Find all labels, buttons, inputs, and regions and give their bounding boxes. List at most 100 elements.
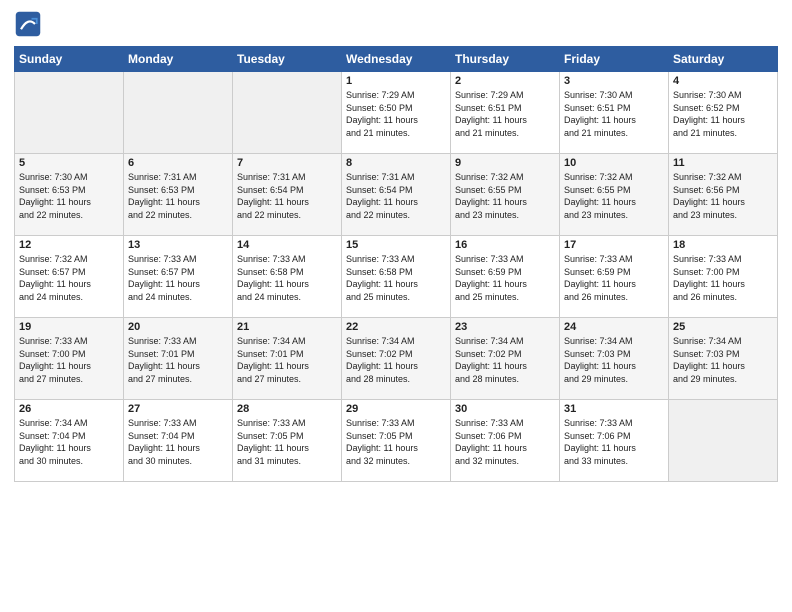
- calendar-cell: 10Sunrise: 7:32 AM Sunset: 6:55 PM Dayli…: [560, 154, 669, 236]
- calendar-cell: 4Sunrise: 7:30 AM Sunset: 6:52 PM Daylig…: [669, 72, 778, 154]
- cell-content: Sunrise: 7:30 AM Sunset: 6:52 PM Dayligh…: [673, 89, 773, 139]
- calendar-cell: 9 Sunrise: 7:32 AM Sunset: 6:55 PM Daylig…: [451, 154, 560, 236]
- day-number: 16: [455, 239, 555, 251]
- day-number: 22: [346, 321, 446, 333]
- day-number: 31: [564, 403, 664, 415]
- cell-content: Sunrise: 7:32 AM Sunset: 6:57 PM Dayligh…: [19, 253, 119, 303]
- cell-content: Sunrise: 7:33 AM Sunset: 7:00 PM Dayligh…: [673, 253, 773, 303]
- calendar-cell: 13 Sunrise: 7:33 AM Sunset: 6:57 PM Dayli…: [124, 236, 233, 318]
- weekday-header-wednesday: Wednesday: [342, 47, 451, 72]
- cell-content: Sunrise: 7:34 AM Sunset: 7:02 PM Dayligh…: [346, 335, 446, 385]
- cell-content: Sunrise: 7:30 AM Sunset: 6:51 PM Dayligh…: [564, 89, 664, 139]
- calendar-cell: 27 Sunrise: 7:33 AM Sunset: 7:04 PM Dayli…: [124, 400, 233, 482]
- day-number: 7: [237, 157, 337, 169]
- cell-content: Sunrise: 7:33 AM Sunset: 7:06 PM Dayligh…: [564, 417, 664, 467]
- day-number: 3: [564, 75, 664, 87]
- week-row-1: 1 Sunrise: 7:29 AM Sunset: 6:50 PM Daylig…: [15, 72, 778, 154]
- cell-content: Sunrise: 7:34 AM Sunset: 7:03 PM Dayligh…: [564, 335, 664, 385]
- day-number: 12: [19, 239, 119, 251]
- cell-content: Sunrise: 7:33 AM Sunset: 7:06 PM Dayligh…: [455, 417, 555, 467]
- day-number: 15: [346, 239, 446, 251]
- calendar: SundayMondayTuesdayWednesdayThursdayFrid…: [14, 46, 778, 482]
- calendar-cell: 11Sunrise: 7:32 AM Sunset: 6:56 PM Dayli…: [669, 154, 778, 236]
- weekday-header-thursday: Thursday: [451, 47, 560, 72]
- weekday-header-saturday: Saturday: [669, 47, 778, 72]
- cell-content: Sunrise: 7:34 AM Sunset: 7:04 PM Dayligh…: [19, 417, 119, 467]
- day-number: 19: [19, 321, 119, 333]
- calendar-cell: 8 Sunrise: 7:31 AM Sunset: 6:54 PM Daylig…: [342, 154, 451, 236]
- calendar-cell: 25Sunrise: 7:34 AM Sunset: 7:03 PM Dayli…: [669, 318, 778, 400]
- day-number: 21: [237, 321, 337, 333]
- calendar-cell: 12 Sunrise: 7:32 AM Sunset: 6:57 PM Dayli…: [15, 236, 124, 318]
- calendar-cell: 1 Sunrise: 7:29 AM Sunset: 6:50 PM Daylig…: [342, 72, 451, 154]
- cell-content: Sunrise: 7:33 AM Sunset: 7:05 PM Dayligh…: [346, 417, 446, 467]
- cell-content: Sunrise: 7:33 AM Sunset: 6:59 PM Dayligh…: [564, 253, 664, 303]
- weekday-header-tuesday: Tuesday: [233, 47, 342, 72]
- cell-content: Sunrise: 7:29 AM Sunset: 6:50 PM Dayligh…: [346, 89, 446, 139]
- cell-content: Sunrise: 7:29 AM Sunset: 6:51 PM Dayligh…: [455, 89, 555, 139]
- logo-icon: [14, 10, 42, 38]
- day-number: 8: [346, 157, 446, 169]
- day-number: 17: [564, 239, 664, 251]
- calendar-cell: 18 Sunrise: 7:33 AM Sunset: 7:00 PM Dayli…: [669, 236, 778, 318]
- week-row-3: 12 Sunrise: 7:32 AM Sunset: 6:57 PM Dayli…: [15, 236, 778, 318]
- cell-content: Sunrise: 7:30 AM Sunset: 6:53 PM Dayligh…: [19, 171, 119, 221]
- calendar-cell: 31 Sunrise: 7:33 AM Sunset: 7:06 PM Dayli…: [560, 400, 669, 482]
- day-number: 20: [128, 321, 228, 333]
- day-number: 14: [237, 239, 337, 251]
- cell-content: Sunrise: 7:33 AM Sunset: 7:01 PM Dayligh…: [128, 335, 228, 385]
- cell-content: Sunrise: 7:34 AM Sunset: 7:01 PM Dayligh…: [237, 335, 337, 385]
- cell-content: Sunrise: 7:32 AM Sunset: 6:55 PM Dayligh…: [455, 171, 555, 221]
- calendar-cell: 20 Sunrise: 7:33 AM Sunset: 7:01 PM Dayli…: [124, 318, 233, 400]
- weekday-header-row: SundayMondayTuesdayWednesdayThursdayFrid…: [15, 47, 778, 72]
- day-number: 18: [673, 239, 773, 251]
- calendar-cell: 28Sunrise: 7:33 AM Sunset: 7:05 PM Dayli…: [233, 400, 342, 482]
- day-number: 1: [346, 75, 446, 87]
- calendar-cell: 26 Sunrise: 7:34 AM Sunset: 7:04 PM Dayli…: [15, 400, 124, 482]
- page: SundayMondayTuesdayWednesdayThursdayFrid…: [0, 0, 792, 612]
- calendar-cell: 15 Sunrise: 7:33 AM Sunset: 6:58 PM Dayli…: [342, 236, 451, 318]
- calendar-cell: 16Sunrise: 7:33 AM Sunset: 6:59 PM Dayli…: [451, 236, 560, 318]
- calendar-cell: 3 Sunrise: 7:30 AM Sunset: 6:51 PM Daylig…: [560, 72, 669, 154]
- day-number: 30: [455, 403, 555, 415]
- day-number: 24: [564, 321, 664, 333]
- calendar-cell: 5Sunrise: 7:30 AM Sunset: 6:53 PM Daylig…: [15, 154, 124, 236]
- cell-content: Sunrise: 7:33 AM Sunset: 7:04 PM Dayligh…: [128, 417, 228, 467]
- weekday-header-friday: Friday: [560, 47, 669, 72]
- weekday-header-sunday: Sunday: [15, 47, 124, 72]
- cell-content: Sunrise: 7:33 AM Sunset: 7:00 PM Dayligh…: [19, 335, 119, 385]
- calendar-cell: 29 Sunrise: 7:33 AM Sunset: 7:05 PM Dayli…: [342, 400, 451, 482]
- day-number: 9: [455, 157, 555, 169]
- day-number: 13: [128, 239, 228, 251]
- calendar-cell: 24 Sunrise: 7:34 AM Sunset: 7:03 PM Dayli…: [560, 318, 669, 400]
- cell-content: Sunrise: 7:34 AM Sunset: 7:02 PM Dayligh…: [455, 335, 555, 385]
- calendar-cell: 30 Sunrise: 7:33 AM Sunset: 7:06 PM Dayli…: [451, 400, 560, 482]
- day-number: 23: [455, 321, 555, 333]
- calendar-cell: 19 Sunrise: 7:33 AM Sunset: 7:00 PM Dayli…: [15, 318, 124, 400]
- day-number: 29: [346, 403, 446, 415]
- header: [14, 10, 778, 38]
- calendar-cell: [669, 400, 778, 482]
- week-row-5: 26 Sunrise: 7:34 AM Sunset: 7:04 PM Dayli…: [15, 400, 778, 482]
- cell-content: Sunrise: 7:31 AM Sunset: 6:53 PM Dayligh…: [128, 171, 228, 221]
- day-number: 10: [564, 157, 664, 169]
- day-number: 25: [673, 321, 773, 333]
- day-number: 6: [128, 157, 228, 169]
- day-number: 28: [237, 403, 337, 415]
- cell-content: Sunrise: 7:31 AM Sunset: 6:54 PM Dayligh…: [237, 171, 337, 221]
- calendar-cell: 23 Sunrise: 7:34 AM Sunset: 7:02 PM Dayli…: [451, 318, 560, 400]
- calendar-cell: [124, 72, 233, 154]
- calendar-cell: [15, 72, 124, 154]
- cell-content: Sunrise: 7:32 AM Sunset: 6:56 PM Dayligh…: [673, 171, 773, 221]
- calendar-cell: 21 Sunrise: 7:34 AM Sunset: 7:01 PM Dayli…: [233, 318, 342, 400]
- day-number: 26: [19, 403, 119, 415]
- cell-content: Sunrise: 7:31 AM Sunset: 6:54 PM Dayligh…: [346, 171, 446, 221]
- calendar-cell: [233, 72, 342, 154]
- cell-content: Sunrise: 7:33 AM Sunset: 6:57 PM Dayligh…: [128, 253, 228, 303]
- cell-content: Sunrise: 7:33 AM Sunset: 6:58 PM Dayligh…: [237, 253, 337, 303]
- cell-content: Sunrise: 7:33 AM Sunset: 6:58 PM Dayligh…: [346, 253, 446, 303]
- logo: [14, 10, 44, 38]
- day-number: 27: [128, 403, 228, 415]
- calendar-cell: 22 Sunrise: 7:34 AM Sunset: 7:02 PM Dayli…: [342, 318, 451, 400]
- week-row-2: 5Sunrise: 7:30 AM Sunset: 6:53 PM Daylig…: [15, 154, 778, 236]
